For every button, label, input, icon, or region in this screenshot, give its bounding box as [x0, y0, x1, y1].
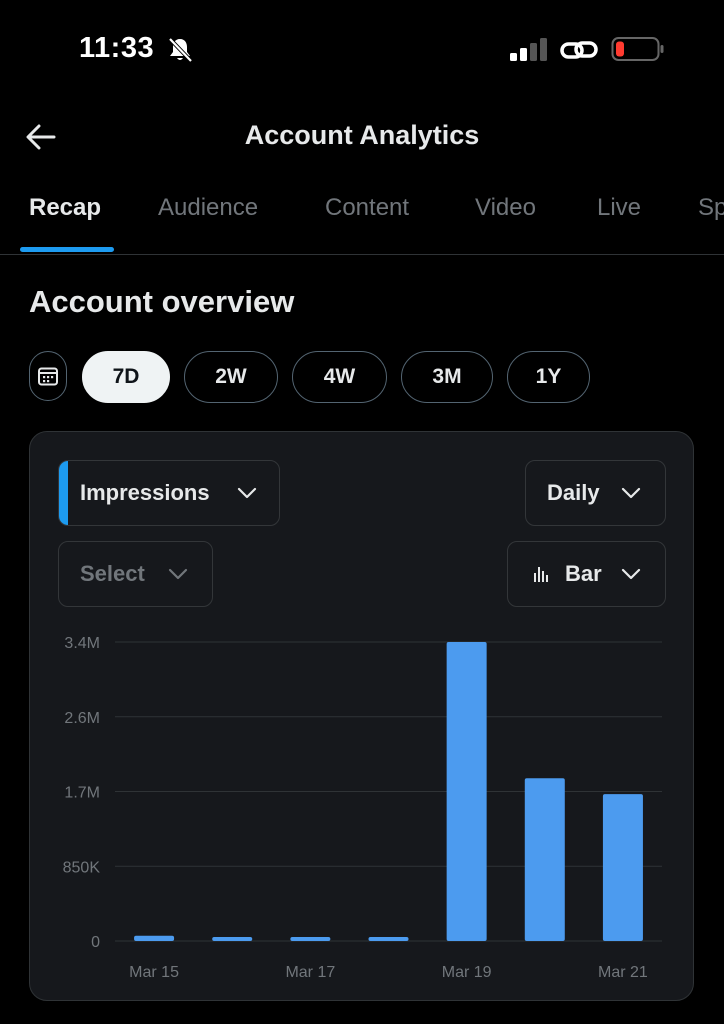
metric-dropdown[interactable]: Impressions: [58, 460, 280, 526]
section-title: Account overview: [29, 284, 295, 319]
tab-sp[interactable]: Sp: [698, 194, 724, 222]
tab-video[interactable]: Video: [475, 194, 536, 222]
interval-dropdown-label: Daily: [547, 480, 600, 505]
range-4w[interactable]: 4W: [292, 351, 387, 403]
interval-dropdown[interactable]: Daily: [525, 460, 666, 526]
calendar-icon: [38, 367, 58, 386]
tab-divider: [0, 254, 724, 255]
status-time: 11:33: [79, 32, 155, 64]
range-3m[interactable]: 3M: [401, 351, 493, 403]
tab-audience[interactable]: Audience: [158, 194, 258, 222]
chevron-down-icon: [621, 487, 641, 499]
metric-color-indicator: [59, 461, 68, 525]
chevron-down-icon: [621, 568, 641, 580]
compare-metric-dropdown[interactable]: Select: [58, 541, 213, 607]
tab-content[interactable]: Content: [325, 194, 409, 222]
calendar-button[interactable]: [29, 351, 67, 401]
chart-type-label: Bar: [565, 561, 602, 586]
metric-dropdown-label: Impressions: [80, 480, 210, 505]
tab-live[interactable]: Live: [597, 194, 641, 222]
bell-slash-icon: [168, 37, 193, 63]
bar-chart-icon: [534, 567, 548, 582]
chevron-down-icon: [237, 487, 257, 499]
range-7d[interactable]: 7D: [82, 351, 170, 403]
active-tab-indicator: [20, 247, 114, 252]
compare-dropdown-placeholder: Select: [80, 561, 145, 586]
range-1y[interactable]: 1Y: [507, 351, 590, 403]
chevron-down-icon: [168, 568, 188, 580]
chart-type-dropdown[interactable]: Bar: [507, 541, 666, 607]
range-2w[interactable]: 2W: [184, 351, 278, 403]
tab-recap[interactable]: Recap: [29, 194, 101, 222]
link-icon: [560, 41, 598, 59]
cellular-signal-icon: [510, 38, 547, 61]
page-title: Account Analytics: [244, 120, 480, 150]
battery-low-icon: [611, 37, 664, 61]
